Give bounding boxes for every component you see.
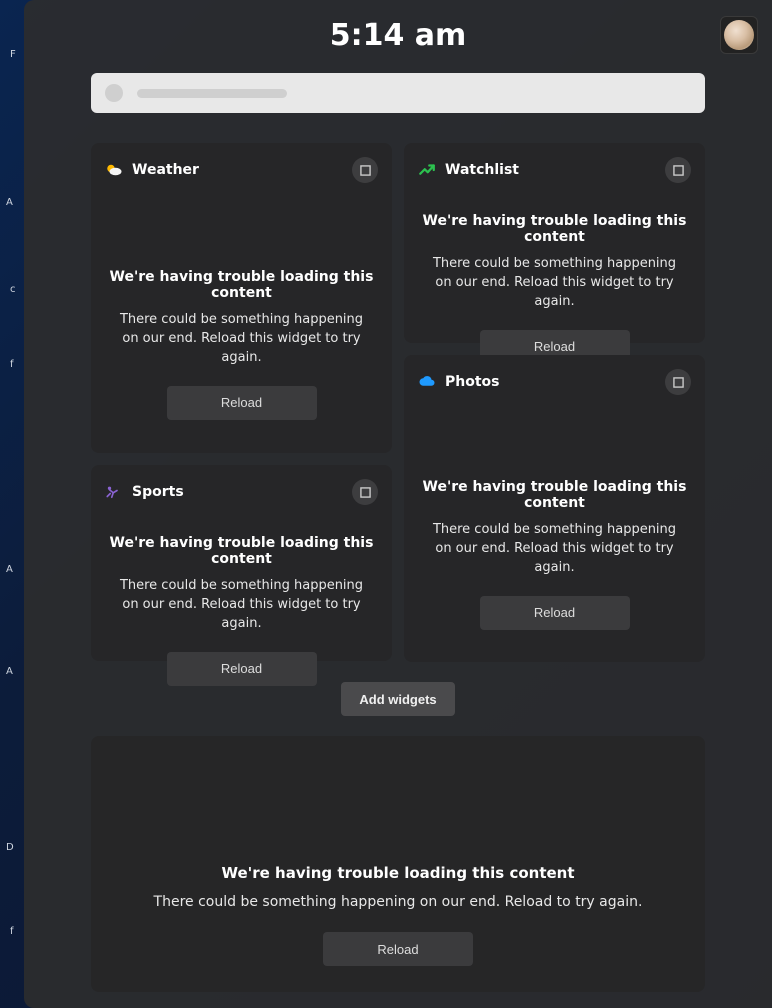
sports-icon [105, 483, 123, 501]
widgets-panel: 5:14 am Weather [24, 0, 772, 1008]
error-title: We're having trouble loading this conten… [418, 213, 691, 245]
news-error-title: We're having trouble loading this conten… [91, 864, 705, 882]
search-placeholder-dot [105, 84, 123, 102]
widget-photos: Photos We're having trouble loading this… [404, 355, 705, 662]
widget-weather: Weather We're having trouble loading thi… [91, 143, 392, 453]
widget-title: Sports [132, 484, 184, 500]
add-widgets-button[interactable]: Add widgets [341, 682, 454, 716]
news-feed-card: We're having trouble loading this conten… [91, 736, 705, 992]
avatar-icon [724, 20, 754, 50]
reload-button[interactable]: Reload [167, 386, 317, 420]
error-subtitle: There could be something happening on ou… [105, 311, 378, 368]
reload-button[interactable]: Reload [167, 652, 317, 686]
stocks-trend-icon [418, 161, 436, 179]
clock-time: 5:14 am [24, 18, 772, 53]
widget-title: Photos [445, 374, 500, 390]
error-subtitle: There could be something happening on ou… [418, 521, 691, 578]
background-text-fragments: F A c f A A D f [0, 0, 24, 1008]
widget-options-button[interactable] [665, 369, 691, 395]
profile-button[interactable] [720, 16, 758, 54]
widget-title: Watchlist [445, 162, 519, 178]
news-error-subtitle: There could be something happening on ou… [91, 892, 705, 912]
reload-button[interactable]: Reload [480, 596, 630, 630]
error-title: We're having trouble loading this conten… [105, 269, 378, 301]
widget-title: Weather [132, 162, 199, 178]
widget-watchlist: Watchlist We're having trouble loading t… [404, 143, 705, 343]
options-square-icon [360, 165, 371, 176]
widget-options-button[interactable] [665, 157, 691, 183]
widget-options-button[interactable] [352, 479, 378, 505]
error-subtitle: There could be something happening on ou… [418, 255, 691, 312]
widget-options-button[interactable] [352, 157, 378, 183]
error-subtitle: There could be something happening on ou… [105, 577, 378, 634]
weather-icon [105, 161, 123, 179]
search-placeholder-line [137, 89, 287, 98]
error-title: We're having trouble loading this conten… [418, 479, 691, 511]
news-reload-button[interactable]: Reload [323, 932, 473, 966]
options-square-icon [673, 165, 684, 176]
options-square-icon [673, 377, 684, 388]
widget-sports: Sports We're having trouble loading this… [91, 465, 392, 661]
options-square-icon [360, 487, 371, 498]
search-input[interactable] [91, 73, 705, 113]
cloud-photos-icon [418, 373, 436, 391]
error-title: We're having trouble loading this conten… [105, 535, 378, 567]
